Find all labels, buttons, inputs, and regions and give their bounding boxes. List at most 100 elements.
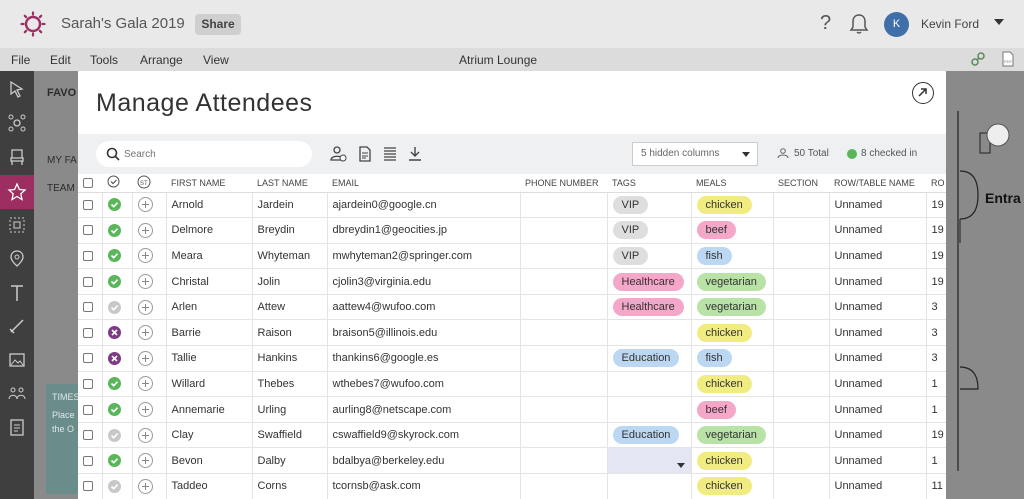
section-cell[interactable] xyxy=(773,396,830,423)
section-cell[interactable] xyxy=(773,345,830,372)
tag-pill[interactable]: Healthcare xyxy=(612,298,684,317)
checked-in-icon[interactable] xyxy=(107,223,121,237)
row-number-cell[interactable]: 3 xyxy=(926,345,946,372)
pointer-icon[interactable] xyxy=(7,79,27,99)
not-checked-in-icon[interactable] xyxy=(107,428,121,442)
meal-pill[interactable]: fish xyxy=(696,349,732,368)
table-row[interactable]: Arlen Attew aattew4@wufoo.com Healthcare veg… xyxy=(78,294,946,321)
checked-in-icon[interactable] xyxy=(107,377,121,391)
section-cell[interactable] xyxy=(773,371,830,398)
section-cell[interactable] xyxy=(773,243,830,270)
row-table-name-cell[interactable]: Unnamed xyxy=(829,371,927,398)
tag-pill[interactable]: VIP xyxy=(612,246,649,265)
meal-pill[interactable]: chicken xyxy=(696,451,752,470)
checked-in-icon[interactable] xyxy=(107,403,121,417)
add-seat-icon[interactable] xyxy=(137,274,153,290)
tags-cell[interactable] xyxy=(607,447,692,475)
row-number-cell[interactable]: 1 xyxy=(926,396,946,423)
declined-icon[interactable] xyxy=(107,326,121,340)
last-name-cell[interactable]: Breydin xyxy=(252,217,328,244)
email-header[interactable]: EMAIL xyxy=(327,174,520,193)
row-table-name-cell[interactable]: Unnamed xyxy=(829,422,927,449)
add-seat-icon[interactable] xyxy=(137,248,153,264)
email-cell[interactable]: bdalbya@berkeley.edu xyxy=(327,447,521,475)
row-select-cell[interactable] xyxy=(78,268,103,295)
row-select-cell[interactable] xyxy=(78,371,103,398)
last-name-cell[interactable]: Urling xyxy=(252,396,328,423)
row-checkbox[interactable] xyxy=(83,225,93,236)
row-select-cell[interactable] xyxy=(78,345,103,372)
email-cell[interactable]: thankins6@google.es xyxy=(327,345,521,372)
assign-seat-cell[interactable] xyxy=(132,294,167,321)
last-name-cell[interactable]: Jardein xyxy=(252,192,328,219)
email-cell[interactable]: cswaffield9@skyrock.com xyxy=(327,422,521,449)
menu-file[interactable]: File xyxy=(11,53,30,67)
email-cell[interactable]: wthebes7@wufoo.com xyxy=(327,371,521,398)
section-header[interactable]: SECTION xyxy=(773,174,829,193)
add-seat-icon[interactable] xyxy=(137,197,153,213)
row-checkbox[interactable] xyxy=(83,430,93,441)
section-cell[interactable] xyxy=(773,422,830,449)
tags-cell[interactable]: Education xyxy=(607,422,692,449)
checked-in-icon[interactable] xyxy=(107,198,121,212)
table-row[interactable]: Delmore Breydin dbreydin1@geocities.jp VIP b… xyxy=(78,217,946,244)
table-row[interactable]: Meara Whyteman mwhyteman2@springer.com VIP f… xyxy=(78,243,946,270)
first-name-cell[interactable]: Arlen xyxy=(166,294,253,321)
section-cell[interactable] xyxy=(773,217,830,244)
table-layout-icon[interactable] xyxy=(7,113,27,133)
declined-icon[interactable] xyxy=(107,351,121,365)
row-table-name-cell[interactable]: Unnamed xyxy=(829,217,927,244)
row-select-cell[interactable] xyxy=(78,396,103,423)
checkin-status-cell[interactable] xyxy=(102,243,133,270)
floorplan-canvas[interactable]: Entra xyxy=(946,71,1024,499)
email-cell[interactable]: tcornsb@ask.com xyxy=(327,473,521,499)
row-number-cell[interactable]: 19 xyxy=(926,268,946,295)
last-name-cell[interactable]: Dalby xyxy=(252,447,328,475)
last-name-cell[interactable]: Hankins xyxy=(252,345,328,372)
favorites-star-icon[interactable] xyxy=(7,182,27,202)
search-input[interactable] xyxy=(124,145,304,163)
meal-pill[interactable]: chicken xyxy=(696,323,752,342)
phone-cell[interactable] xyxy=(520,192,608,219)
seat-header[interactable]: ST xyxy=(132,174,166,193)
row-table-name-cell[interactable]: Unnamed xyxy=(829,294,927,321)
tags-cell[interactable]: VIP xyxy=(607,243,692,270)
checkin-status-cell[interactable] xyxy=(102,371,133,398)
checkin-status-cell[interactable] xyxy=(102,294,133,321)
phone-cell[interactable] xyxy=(520,217,608,244)
checkin-status-cell[interactable] xyxy=(102,422,133,449)
tags-cell[interactable]: Healthcare xyxy=(607,268,692,295)
first-name-cell[interactable]: Willard xyxy=(166,371,253,398)
tags-cell[interactable]: VIP xyxy=(607,192,692,219)
assign-seat-cell[interactable] xyxy=(132,422,167,449)
assign-seat-cell[interactable] xyxy=(132,447,167,475)
chair-icon[interactable] xyxy=(7,147,27,167)
pdf-export-icon[interactable]: PDF xyxy=(1000,51,1016,67)
email-cell[interactable]: dbreydin1@geocities.jp xyxy=(327,217,521,244)
checked-in-icon[interactable] xyxy=(107,454,121,468)
row-number-cell[interactable]: 1 xyxy=(926,447,946,475)
checkin-status-cell[interactable] xyxy=(102,319,133,347)
meals-cell[interactable]: chicken xyxy=(691,447,774,475)
email-cell[interactable]: mwhyteman2@springer.com xyxy=(327,243,521,270)
menu-view[interactable]: View xyxy=(203,53,229,67)
row-checkbox[interactable] xyxy=(83,404,93,415)
assign-seat-cell[interactable] xyxy=(132,268,167,295)
table-row[interactable]: Willard Thebes wthebes7@wufoo.com chicken Un… xyxy=(78,371,946,398)
phone-cell[interactable] xyxy=(520,371,608,398)
table-row[interactable]: Annemarie Urling aurling8@netscape.com beef… xyxy=(78,396,946,423)
add-seat-icon[interactable] xyxy=(137,299,153,315)
first-name-cell[interactable]: Arnold xyxy=(166,192,253,219)
email-cell[interactable]: aattew4@wufoo.com xyxy=(327,294,521,321)
email-cell[interactable]: braison5@illinois.edu xyxy=(327,319,521,347)
first-name-cell[interactable]: Christal xyxy=(166,268,253,295)
section-cell[interactable] xyxy=(773,268,830,295)
share-link-icon[interactable] xyxy=(970,51,986,67)
assign-seat-cell[interactable] xyxy=(132,319,167,347)
meals-cell[interactable]: chicken xyxy=(691,319,774,347)
row-select-cell[interactable] xyxy=(78,319,103,347)
first-name-header[interactable]: FIRST NAME xyxy=(166,174,252,193)
phone-cell[interactable] xyxy=(520,268,608,295)
app-logo-icon[interactable] xyxy=(20,11,46,37)
phone-cell[interactable] xyxy=(520,345,608,372)
